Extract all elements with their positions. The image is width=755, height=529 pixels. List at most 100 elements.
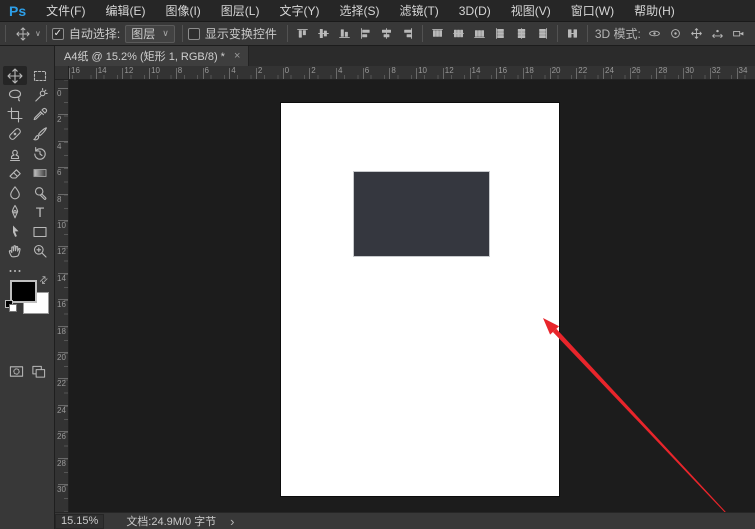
move-tool-icon — [13, 24, 32, 44]
3d-pan-icon[interactable] — [687, 24, 706, 44]
ruler-tick-label: 12 — [124, 67, 133, 75]
align-top-edges-icon[interactable] — [293, 24, 312, 44]
separator — [287, 25, 288, 42]
menu-item-5[interactable]: 选择(S) — [329, 0, 389, 22]
horizontal-ruler[interactable]: 1614121086420246810121416182022242628303… — [69, 66, 755, 80]
3d-camera-icon[interactable] — [729, 24, 748, 44]
3d-mode-label: 3D 模式: — [595, 25, 641, 42]
eyedropper-tool[interactable] — [28, 105, 52, 124]
ruler-tick-label: 4 — [57, 143, 66, 150]
separator — [46, 25, 47, 42]
chevron-down-icon: ∨ — [162, 28, 169, 39]
separator — [587, 25, 588, 42]
ruler-tick-label: 28 — [57, 460, 66, 467]
separator — [182, 25, 183, 42]
brush-tool[interactable] — [28, 125, 52, 144]
distribute-horizontal-centers-icon[interactable] — [512, 24, 531, 44]
ruler-tick-label: 18 — [525, 67, 534, 75]
distribute-bottom-edges-icon[interactable] — [470, 24, 489, 44]
ruler-tick-label: 6 — [57, 169, 66, 176]
menu-item-8[interactable]: 视图(V) — [501, 0, 561, 22]
eraser-tool[interactable] — [3, 164, 27, 183]
menu-item-4[interactable]: 文字(Y) — [269, 0, 329, 22]
align-right-edges-icon[interactable] — [398, 24, 417, 44]
rectangle-shape-tool[interactable] — [28, 222, 52, 241]
menu-item-10[interactable]: 帮助(H) — [624, 0, 685, 22]
distribute-right-edges-icon[interactable] — [533, 24, 552, 44]
menu-item-3[interactable]: 图层(L) — [211, 0, 270, 22]
distribute-left-edges-icon[interactable] — [491, 24, 510, 44]
ruler-tick-label: 20 — [552, 67, 561, 75]
vertical-ruler[interactable]: 024681012141618202224262830 — [55, 80, 69, 512]
ruler-tick-label: 16 — [57, 301, 66, 308]
crop-tool[interactable] — [3, 105, 27, 124]
default-colors-icon[interactable] — [5, 300, 19, 314]
menu-item-9[interactable]: 窗口(W) — [561, 0, 624, 22]
align-left-edges-icon[interactable] — [356, 24, 375, 44]
align-bottom-edges-icon[interactable] — [335, 24, 354, 44]
zoom-tool[interactable] — [28, 242, 52, 261]
close-icon[interactable]: × — [234, 50, 240, 62]
ruler-tick-label: 26 — [632, 67, 641, 75]
menu-item-2[interactable]: 图像(I) — [155, 0, 210, 22]
dodge-tool[interactable] — [28, 183, 52, 202]
distribute-spacing-icon[interactable] — [563, 24, 582, 44]
gradient-tool[interactable] — [28, 164, 52, 183]
3d-roll-icon[interactable] — [666, 24, 685, 44]
ruler-tick-label: 10 — [57, 222, 66, 229]
rectangle-shape-layer[interactable] — [353, 171, 490, 257]
separator — [5, 25, 6, 42]
screen-mode-icon[interactable] — [31, 364, 46, 384]
canvas-a4-page[interactable] — [281, 103, 559, 496]
distribute-vertical-centers-icon[interactable] — [449, 24, 468, 44]
menu-item-7[interactable]: 3D(D) — [449, 0, 501, 22]
ruler-tick-label: 0 — [285, 67, 289, 75]
ruler-tick-label: 14 — [57, 275, 66, 282]
quick-selection-tool[interactable] — [28, 86, 52, 105]
ruler-tick-label: 8 — [57, 196, 66, 203]
quick-mask-icon[interactable] — [9, 364, 24, 384]
tool-preset-button[interactable]: ∨ — [13, 24, 41, 44]
ruler-tick-label: 14 — [472, 67, 481, 75]
ruler-tick-label: 8 — [178, 67, 182, 75]
document-tab[interactable]: A4纸 @ 15.2% (矩形 1, RGB/8) * × — [55, 46, 249, 66]
spot-healing-brush-tool[interactable] — [3, 125, 27, 144]
chevron-down-icon: ∨ — [35, 29, 41, 38]
path-selection-tool[interactable] — [3, 222, 27, 241]
ruler-tick-label: 26 — [57, 433, 66, 440]
auto-select-checkbox[interactable]: ✓ — [52, 28, 64, 40]
type-tool[interactable]: T — [28, 203, 52, 222]
ruler-tick-label: 12 — [445, 67, 454, 75]
blur-tool[interactable] — [3, 183, 27, 202]
lasso-tool[interactable] — [3, 86, 27, 105]
ruler-tick-label: 34 — [739, 67, 748, 75]
align-buttons — [293, 24, 417, 44]
ruler-tick-label: 6 — [365, 67, 369, 75]
show-transform-checkbox[interactable]: ✓ — [188, 28, 200, 40]
status-options-chevron-icon[interactable]: › — [230, 515, 234, 528]
tools-panel: T ⇄ — [0, 46, 55, 529]
menu-item-1[interactable]: 编辑(E) — [95, 0, 155, 22]
zoom-level-field[interactable]: 15.15% — [55, 514, 104, 529]
align-horizontal-centers-icon[interactable] — [377, 24, 396, 44]
move-tool[interactable] — [3, 66, 27, 85]
distribute-top-edges-icon[interactable] — [428, 24, 447, 44]
clone-stamp-tool[interactable] — [3, 144, 27, 163]
menu-item-0[interactable]: 文件(F) — [36, 0, 95, 22]
pen-tool[interactable] — [3, 203, 27, 222]
ruler-tick-label: 0 — [57, 90, 66, 97]
history-brush-tool[interactable] — [28, 144, 52, 163]
menu-item-6[interactable]: 滤镜(T) — [389, 0, 448, 22]
auto-select-value: 图层 — [131, 25, 155, 42]
3d-slide-icon[interactable] — [708, 24, 727, 44]
3d-orbit-icon[interactable] — [645, 24, 664, 44]
ruler-origin-corner[interactable] — [55, 66, 69, 80]
auto-select-dropdown[interactable]: 图层 ∨ — [125, 25, 175, 43]
pasteboard[interactable] — [69, 80, 755, 512]
ruler-tick-label: 20 — [57, 354, 66, 361]
ruler-tick-label: 4 — [338, 67, 342, 75]
ruler-tick-label: 10 — [418, 67, 427, 75]
rectangular-marquee-tool[interactable] — [28, 66, 52, 85]
align-vertical-centers-icon[interactable] — [314, 24, 333, 44]
hand-tool[interactable] — [3, 242, 27, 261]
